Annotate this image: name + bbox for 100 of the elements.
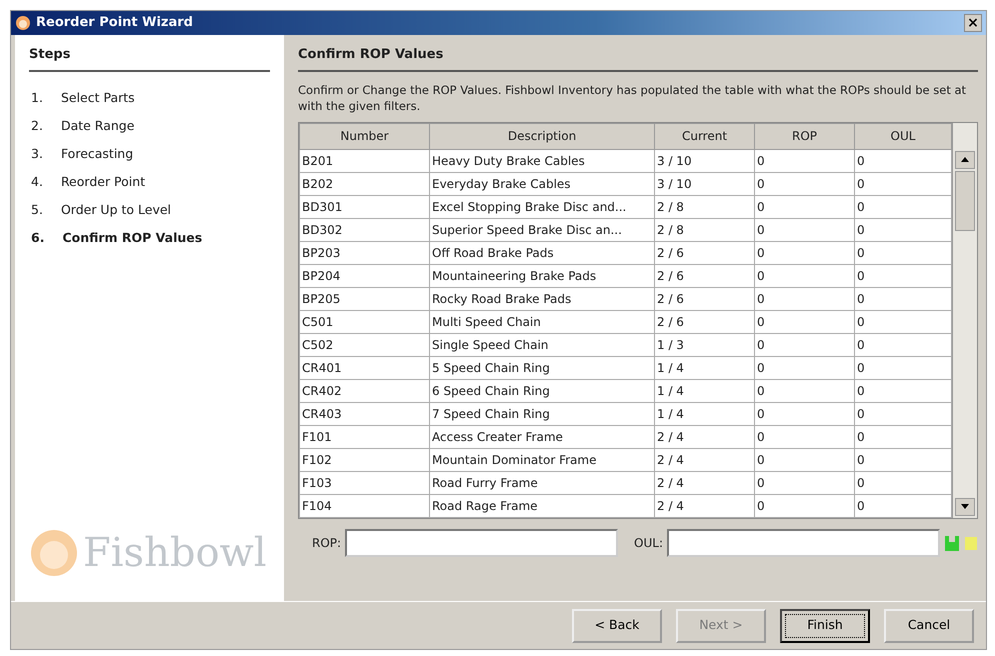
table-cell: Everyday Brake Cables	[430, 172, 654, 195]
table-cell: 0	[754, 356, 854, 379]
table-cell: 2 / 6	[654, 241, 754, 264]
step-item[interactable]: 1. Select Parts	[29, 84, 270, 112]
table-cell: 0	[754, 402, 854, 425]
table-cell: Road Furry Frame	[430, 471, 654, 494]
table-cell: BP203	[300, 241, 430, 264]
table-cell: 0	[754, 195, 854, 218]
section-title: Confirm ROP Values	[298, 45, 978, 72]
table-cell: 0	[854, 241, 952, 264]
column-header[interactable]: Number	[300, 123, 430, 149]
step-number: 4.	[31, 172, 43, 190]
table-cell: 2 / 6	[654, 264, 754, 287]
table-cell: 0	[854, 264, 952, 287]
table-cell: CR402	[300, 379, 430, 402]
scroll-thumb[interactable]	[955, 170, 975, 230]
table-cell: 2 / 6	[654, 287, 754, 310]
table-cell: Single Speed Chain	[430, 333, 654, 356]
table-cell: 2 / 8	[654, 218, 754, 241]
table-cell: 0	[754, 333, 854, 356]
table-cell: 0	[754, 494, 854, 517]
step-item[interactable]: 4. Reorder Point	[29, 168, 270, 196]
column-header[interactable]: OUL	[854, 123, 952, 149]
table-cell: 3 / 10	[654, 149, 754, 172]
table-cell: 0	[754, 218, 854, 241]
table-cell: Excel Stopping Brake Disc and...	[430, 195, 654, 218]
table-cell: Rocky Road Brake Pads	[430, 287, 654, 310]
step-label: Order Up to Level	[60, 200, 172, 219]
field-label: OUL:	[634, 534, 664, 552]
table-cell: F103	[300, 471, 430, 494]
table-cell: 2 / 8	[654, 195, 754, 218]
table-cell: 3 / 10	[654, 172, 754, 195]
input-field[interactable]	[345, 528, 618, 556]
step-item[interactable]: 5. Order Up to Level	[29, 196, 270, 224]
table-cell: 1 / 4	[654, 402, 754, 425]
table-cell: 6 Speed Chain Ring	[430, 379, 654, 402]
table-cell: 0	[854, 379, 952, 402]
table-cell: 0	[754, 149, 854, 172]
step-number: 1.	[31, 88, 43, 106]
table-cell: 0	[854, 218, 952, 241]
table-cell: 0	[854, 402, 952, 425]
wizard-button[interactable]: Finish	[780, 608, 870, 642]
wizard-button[interactable]: < Back	[572, 608, 662, 642]
table-cell: 0	[854, 310, 952, 333]
close-button[interactable]: ×	[964, 14, 982, 32]
step-number: 6.	[31, 228, 44, 246]
step-item[interactable]: 3. Forecasting	[29, 140, 270, 168]
step-label: Confirm ROP Values	[62, 228, 202, 246]
table-cell: 1 / 4	[654, 356, 754, 379]
logo-text: Fishbowl	[83, 529, 267, 578]
table-cell: CR403	[300, 402, 430, 425]
up-arrow-icon	[961, 156, 969, 162]
table-cell: B201	[300, 149, 430, 172]
table-cell: 0	[854, 172, 952, 195]
table-cell: Road Rage Frame	[430, 494, 654, 517]
table-cell: Multi Speed Chain	[430, 310, 654, 333]
table-cell: 0	[854, 356, 952, 379]
table-cell: 0	[854, 425, 952, 448]
table-cell: F102	[300, 448, 430, 471]
description-text: Confirm or Change the ROP Values. Fishbowl Inventory has populated the table with what the ROPs should be set at with the given filters.	[298, 82, 968, 114]
input-field[interactable]	[667, 528, 940, 556]
table-cell: F101	[300, 425, 430, 448]
column-header[interactable]: Current	[654, 123, 754, 149]
table-cell: 2 / 4	[654, 494, 754, 517]
fishbowl-logo-icon	[29, 528, 79, 578]
table-cell: 0	[854, 287, 952, 310]
table-cell: 0	[854, 471, 952, 494]
table-cell: 0	[754, 287, 854, 310]
scrollbar[interactable]	[952, 122, 977, 518]
step-number: 5.	[31, 200, 43, 218]
step-item[interactable]: 2. Date Range	[29, 112, 270, 140]
step-item[interactable]: 6. Confirm ROP Values	[29, 224, 270, 252]
wizard-button[interactable]: Cancel	[884, 608, 974, 642]
table-cell: 5 Speed Chain Ring	[430, 356, 654, 379]
window-title: Reorder Point Wizard	[36, 14, 193, 32]
table-cell: BD301	[300, 195, 430, 218]
table-cell: 0	[854, 333, 952, 356]
table-cell: 0	[754, 471, 854, 494]
table-cell: 2 / 4	[654, 471, 754, 494]
table-cell: 0	[854, 494, 952, 517]
scroll-down-button[interactable]	[955, 498, 975, 516]
table-cell: F104	[300, 494, 430, 517]
table-cell: 1 / 4	[654, 379, 754, 402]
table-cell: 1 / 3	[654, 333, 754, 356]
sidebar-title: Steps	[29, 45, 270, 72]
scroll-up-button[interactable]	[955, 150, 975, 168]
step-label: Date Range	[60, 116, 134, 135]
column-header[interactable]: Description	[430, 123, 654, 149]
field-label: ROP:	[312, 534, 342, 552]
table-cell: 0	[854, 448, 952, 471]
column-header[interactable]: ROP	[754, 123, 854, 149]
app-icon	[15, 15, 31, 31]
table-cell: 0	[754, 379, 854, 402]
table-cell: C502	[300, 333, 430, 356]
table-cell: BP204	[300, 264, 430, 287]
table-cell: 0	[754, 425, 854, 448]
step-label: Reorder Point	[60, 172, 146, 190]
step-label: Select Parts	[60, 88, 135, 106]
table-cell: BP205	[300, 287, 430, 310]
table-cell: BD302	[300, 218, 430, 241]
